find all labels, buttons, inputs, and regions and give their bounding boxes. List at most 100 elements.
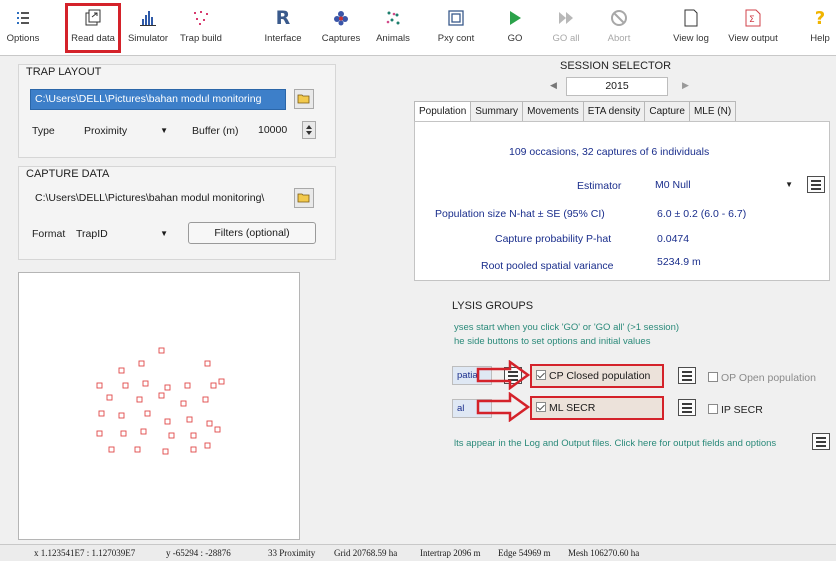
checkbox-unchecked-icon — [708, 404, 718, 414]
buffer-input[interactable]: 10000 — [254, 121, 298, 142]
trap-layout-file-input[interactable]: C:\Users\DELL\Pictures\bahan modul monit… — [30, 89, 286, 110]
ml-secr-options-button[interactable] — [678, 399, 696, 416]
captures-button[interactable]: Captures — [316, 6, 366, 50]
capture-data-file-input[interactable]: C:\Users\DELL\Pictures\bahan modul monit… — [30, 188, 286, 209]
trap-marker — [122, 382, 129, 389]
format-dropdown[interactable]: TrapID ▼ — [76, 224, 170, 244]
tab-eta-density[interactable]: ETA density — [583, 101, 646, 122]
go-all-icon — [559, 12, 573, 24]
trap-marker — [186, 416, 193, 423]
population-results-panel: 109 occasions, 32 captures of 6 individu… — [414, 121, 830, 281]
checkbox-checked-icon — [536, 402, 546, 412]
options-icon — [17, 12, 29, 24]
interface-icon: R — [275, 7, 291, 29]
output-options-button[interactable] — [812, 433, 830, 450]
status-mesh: Mesh 106270.60 ha — [568, 548, 640, 558]
trap-marker — [120, 430, 127, 437]
folder-open-icon — [297, 94, 310, 104]
tab-capture[interactable]: Capture — [645, 101, 690, 122]
abort-button[interactable]: Abort — [602, 6, 636, 50]
captures-label: Captures — [321, 33, 361, 44]
session-next-button[interactable]: ▶ — [682, 80, 689, 91]
pxy-cont-label: Pxy cont — [437, 33, 475, 44]
checkbox-checked-icon — [536, 370, 546, 380]
go-all-label: GO all — [552, 33, 580, 44]
estimator-options-button[interactable] — [807, 176, 825, 193]
trap-layout-browse-button[interactable] — [294, 89, 314, 109]
view-log-button[interactable]: View log — [668, 6, 714, 50]
animals-label: Animals — [376, 33, 410, 44]
pxy-cont-button[interactable]: Pxy cont — [434, 6, 478, 50]
arrow-right-icon — [476, 392, 530, 422]
spinner-arrows-icon — [306, 125, 312, 135]
animals-button[interactable]: Animals — [370, 6, 416, 50]
trap-marker — [210, 382, 217, 389]
closed-population-options-button[interactable] — [678, 367, 696, 384]
ml-secr-checkbox[interactable]: ML SECR — [530, 396, 664, 420]
pxy-cont-icon — [448, 10, 464, 26]
output-fields-link[interactable]: lts appear in the Log and Output files. … — [454, 438, 776, 449]
go-all-button[interactable]: GO all — [548, 6, 584, 50]
trap-type-label: Type — [32, 125, 55, 137]
status-edge: Edge 54969 m — [498, 548, 551, 558]
go-button[interactable]: GO — [500, 6, 530, 50]
trap-marker — [98, 410, 105, 417]
open-population-checkbox[interactable]: OP Open population — [708, 372, 816, 384]
read-data-label: Read data — [71, 33, 115, 44]
trap-marker — [96, 430, 103, 437]
trap-marker — [202, 396, 209, 403]
folder-open-icon — [297, 193, 310, 203]
status-detectors: 33 Proximity — [268, 548, 316, 558]
options-label: Options — [6, 33, 40, 44]
animals-icon — [386, 11, 400, 25]
tab-summary[interactable]: Summary — [471, 101, 524, 122]
population-size-label: Population size N-hat ± SE (95% CI) — [435, 208, 605, 220]
trap-marker — [138, 360, 145, 367]
svg-text:Σ: Σ — [749, 15, 755, 25]
closed-population-checkbox[interactable]: CP Closed population — [530, 364, 664, 388]
capture-data-browse-button[interactable] — [294, 188, 314, 208]
simulator-icon — [140, 11, 156, 26]
trap-marker — [180, 400, 187, 407]
buffer-label: Buffer (m) — [192, 125, 239, 137]
trap-build-button[interactable]: Trap build — [176, 6, 226, 50]
view-log-icon — [684, 9, 698, 27]
tab-mle-n[interactable]: MLE (N) — [689, 101, 737, 122]
trap-marker — [118, 412, 125, 419]
trap-marker — [206, 420, 213, 427]
options-button[interactable]: Options — [4, 6, 42, 50]
help-label: Help — [810, 33, 830, 44]
read-data-icon — [85, 9, 101, 26]
abort-icon — [611, 10, 627, 26]
trap-marker — [144, 410, 151, 417]
open-population-label: OP Open population — [721, 372, 816, 384]
session-value[interactable]: 2015 — [566, 77, 668, 96]
trap-marker — [108, 446, 115, 453]
checkbox-unchecked-icon — [708, 372, 718, 382]
trap-marker — [140, 428, 147, 435]
interface-button[interactable]: R Interface — [258, 6, 308, 50]
session-prev-button[interactable]: ◀ — [550, 80, 557, 91]
help-button[interactable]: ? Help — [806, 6, 834, 50]
trap-build-icon — [194, 11, 208, 25]
tab-population[interactable]: Population — [414, 101, 472, 122]
filters-button[interactable]: Filters (optional) — [188, 222, 316, 244]
view-output-button[interactable]: Σ View output — [726, 6, 780, 50]
help-icon: ? — [814, 7, 826, 29]
ip-secr-checkbox[interactable]: IP SECR — [708, 404, 763, 416]
trap-marker — [164, 418, 171, 425]
view-output-label: View output — [728, 33, 778, 44]
captures-icon — [334, 11, 348, 26]
ip-secr-label: IP SECR — [721, 404, 763, 416]
go-icon — [510, 11, 521, 25]
estimator-dropdown[interactable]: M0 Null ▼ — [655, 175, 795, 195]
trap-marker — [204, 442, 211, 449]
trap-type-dropdown[interactable]: Proximity ▼ — [84, 121, 170, 141]
session-selector-title: SESSION SELECTOR — [560, 60, 672, 72]
tab-movements[interactable]: Movements — [523, 101, 584, 122]
read-data-button[interactable]: Read data — [65, 3, 121, 53]
buffer-spinner[interactable] — [302, 121, 316, 139]
capture-data-panel — [18, 166, 336, 260]
view-log-label: View log — [673, 33, 709, 44]
simulator-button[interactable]: Simulator — [123, 6, 173, 50]
